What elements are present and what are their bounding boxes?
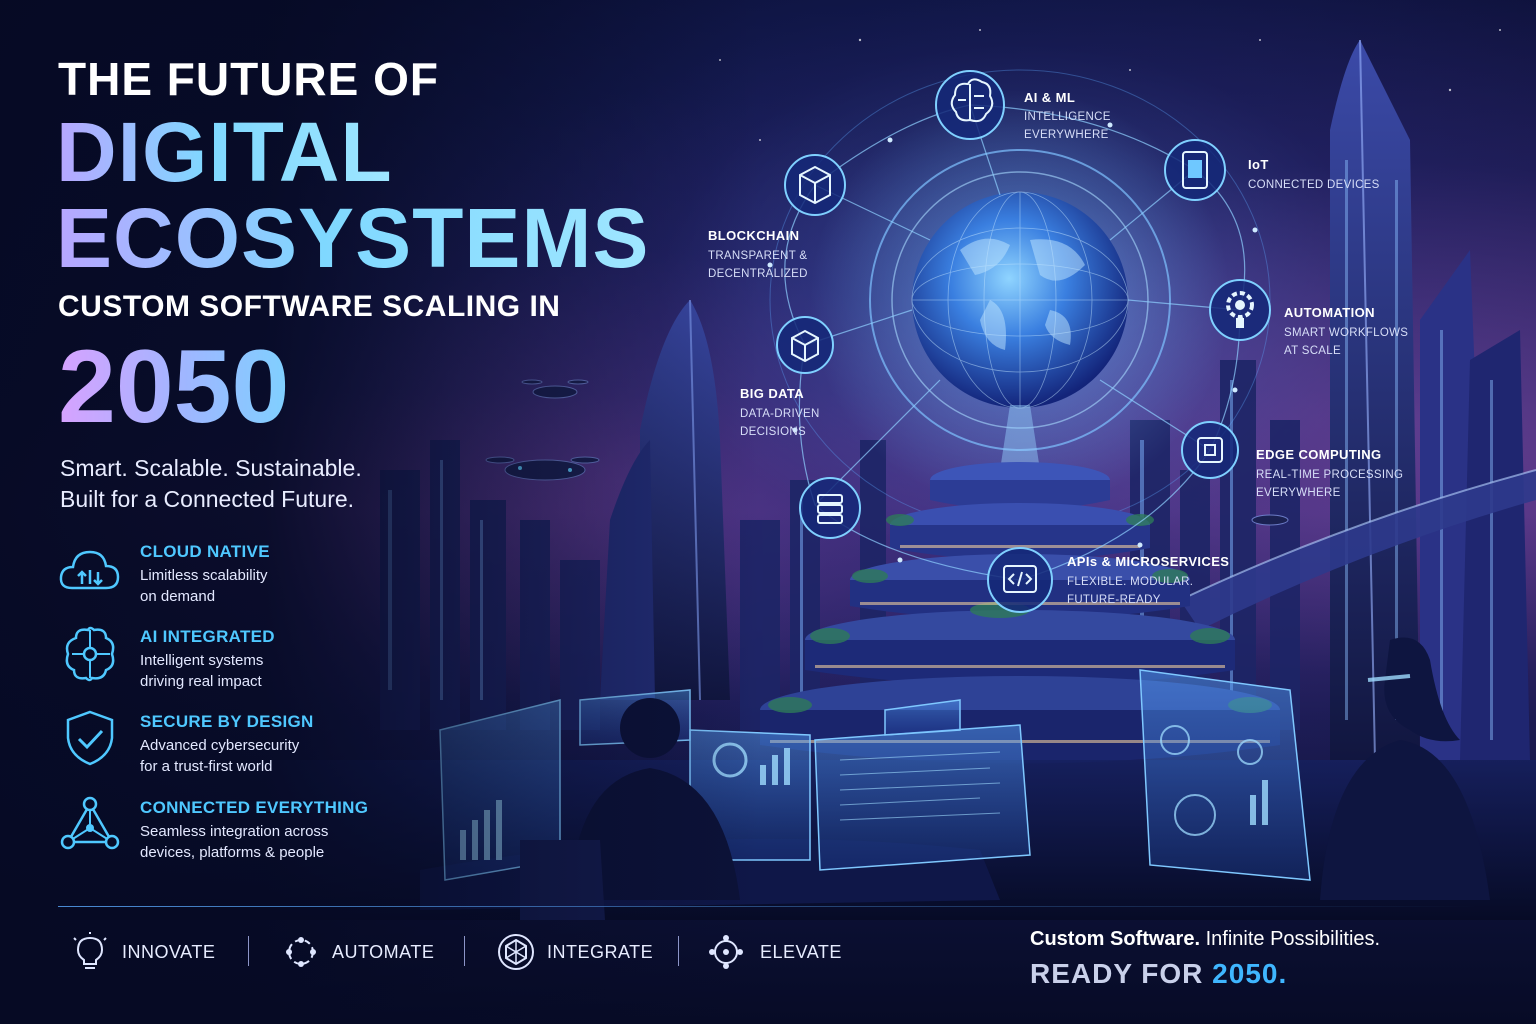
node-title-apis: APIs & MICROSERVICES [1067,554,1230,569]
node-desc-apis: FLEXIBLE. MODULAR. FUTURE-READY [1067,576,1194,606]
integrate-hex-icon [498,934,534,970]
closing-line-1: Custom Software. Infinite Possibilities. [1030,928,1381,950]
pillar-elevate: ELEVATE [760,942,842,962]
headline-line-3: ECOSYSTEMS [56,191,650,285]
node-desc-ai-ml: INTELLIGENCE EVERYWHERE [1024,111,1111,141]
feature-title-connected-everything: CONNECTED EVERYTHING [140,798,369,817]
feature-desc-secure-by-design: Advanced cybersecurity for a trust-first … [140,737,300,775]
node-title-automation: AUTOMATION [1284,305,1375,320]
node-title-big-data: BIG DATA [740,386,805,401]
pillar-automate: AUTOMATE [332,942,435,962]
node-desc-edge-computing: REAL-TIME PROCESSING EVERYWHERE [1256,469,1404,499]
feature-title-secure-by-design: SECURE BY DESIGN [140,712,314,731]
cloud-icon [59,550,120,590]
headline-subtitle: CUSTOM SOFTWARE SCALING IN [58,290,561,323]
tagline-line-2: Built for a Connected Future. [60,486,355,512]
headline-line-2: DIGITAL [56,105,393,199]
automate-cycle-icon [286,937,316,967]
footer-divider [58,906,1478,907]
brain-icon [65,626,115,682]
node-desc-big-data: DATA-DRIVEN DECISIONS [740,408,820,438]
closing-line-2: READY FOR 2050. [1030,958,1288,989]
node-desc-iot: CONNECTED DEVICES [1248,179,1380,191]
node-desc-automation: SMART WORKFLOWS AT SCALE [1284,327,1409,357]
node-title-blockchain: BLOCKCHAIN [708,228,800,243]
headline-year: 2050 [58,329,290,445]
feature-desc-ai-integrated: Intelligent systems driving real impact [140,652,264,690]
pillar-separator [678,936,679,966]
feature-desc-cloud-native: Limitless scalability on demand [140,567,268,605]
server-node [799,477,861,539]
pillar-innovate: INNOVATE [122,942,216,962]
headline-line-1: THE FUTURE OF [58,53,439,105]
node-title-edge-computing: EDGE COMPUTING [1256,447,1382,462]
shield-icon [66,710,114,766]
lightbulb-icon [73,932,107,969]
feature-title-ai-integrated: AI INTEGRATED [140,627,275,646]
poster: THE FUTURE OF DIGITAL ECOSYSTEMS CUSTOM … [0,0,1536,1024]
elevate-network-icon [709,935,743,969]
feature-title-cloud-native: CLOUD NATIVE [140,542,270,561]
network-icon [60,796,120,850]
edge-computing-node [1181,421,1239,479]
node-desc-blockchain: TRANSPARENT & DECENTRALIZED [708,250,808,280]
tagline-line-1: Smart. Scalable. Sustainable. [60,455,362,481]
node-title-ai-ml: AI & ML [1024,90,1076,105]
pillar-separator [248,936,249,966]
node-title-iot: IoT [1248,157,1269,172]
pillar-integrate: INTEGRATE [547,942,654,962]
pillar-separator [464,936,465,966]
feature-desc-connected-everything: Seamless integration across devices, plat… [140,823,329,861]
